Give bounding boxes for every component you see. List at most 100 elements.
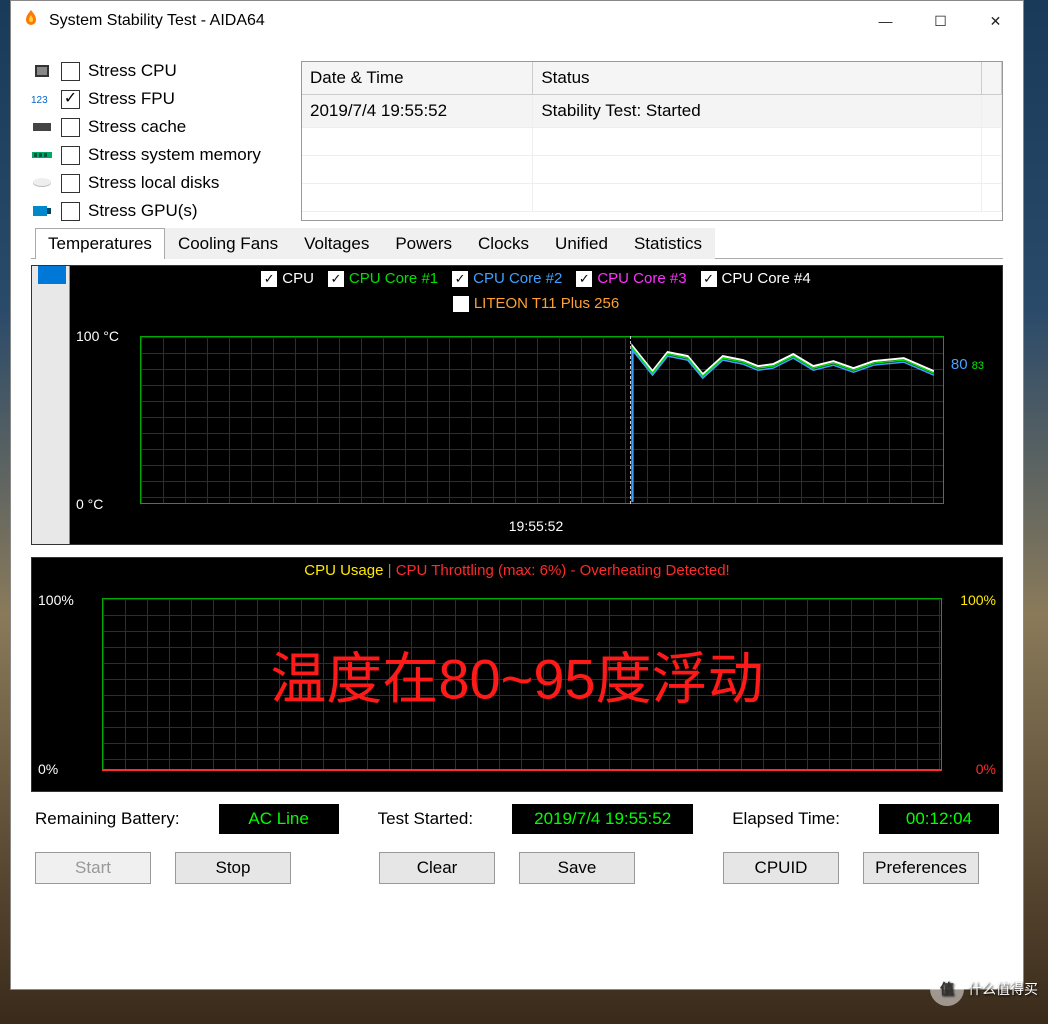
memory-icon [31, 147, 53, 163]
log-date-cell: 2019/7/4 19:55:52 [302, 95, 533, 128]
save-button[interactable]: Save [519, 852, 635, 884]
window-title: System Stability Test - AIDA64 [49, 12, 265, 30]
legend-cpu[interactable]: CPU [261, 270, 314, 287]
cpuid-button[interactable]: CPUID [723, 852, 839, 884]
elapsed-value: 00:12:04 [879, 804, 999, 834]
temp-grid: 80 83 [140, 336, 944, 504]
gpu-icon [31, 203, 53, 219]
svg-text:123: 123 [31, 95, 48, 106]
stress-memory-checkbox[interactable] [61, 146, 80, 165]
tab-powers[interactable]: Powers [382, 228, 465, 259]
temp-legend-row2: LITEON T11 Plus 256 [70, 291, 1002, 316]
temp-time-label: 19:55:52 [509, 518, 564, 534]
stress-cache-label: Stress cache [88, 117, 186, 137]
usage-title-left: CPU Usage [304, 562, 383, 579]
temp-y-min: 0 °C [76, 496, 103, 512]
log-empty-row [302, 184, 1002, 212]
tab-temperatures[interactable]: Temperatures [35, 228, 165, 259]
close-button[interactable]: ✕ [968, 1, 1023, 41]
stress-gpu-label: Stress GPU(s) [88, 201, 198, 221]
window-controls: — ☐ ✕ [858, 1, 1023, 41]
temp-y-max: 100 °C [76, 328, 119, 344]
watermark-text: 什么值得买 [968, 981, 1038, 997]
stress-disks-label: Stress local disks [88, 173, 219, 193]
log-empty-row [302, 156, 1002, 184]
legend-core2[interactable]: CPU Core #2 [452, 270, 562, 287]
usage-grid [102, 598, 942, 771]
stop-button[interactable]: Stop [175, 852, 291, 884]
graph-tabs: Temperatures Cooling Fans Voltages Power… [31, 227, 1003, 259]
legend-liteon[interactable]: LITEON T11 Plus 256 [453, 295, 619, 312]
started-label: Test Started: [378, 809, 473, 829]
watermark-badge-icon: 值 [930, 972, 964, 1006]
legend-core1[interactable]: CPU Core #1 [328, 270, 438, 287]
stress-memory-label: Stress system memory [88, 145, 261, 165]
log-status-cell: Stability Test: Started [533, 95, 982, 128]
throttle-line [102, 769, 942, 771]
cpu-icon [31, 63, 53, 79]
log-header-date[interactable]: Date & Time [302, 62, 533, 95]
maximize-button[interactable]: ☐ [913, 1, 968, 41]
stress-memory-row: Stress system memory [31, 145, 291, 165]
stress-gpu-checkbox[interactable] [61, 202, 80, 221]
stress-disks-checkbox[interactable] [61, 174, 80, 193]
log-header-spacer [982, 62, 1002, 95]
slider-thumb[interactable] [38, 266, 66, 284]
stress-disks-row: Stress local disks [31, 173, 291, 193]
graphs-container: CPU CPU Core #1 CPU Core #2 CPU Core #3 … [31, 265, 1003, 792]
usage-y-max: 100% [38, 592, 74, 608]
stress-fpu-checkbox[interactable] [61, 90, 80, 109]
temp-legend-row1: CPU CPU Core #1 CPU Core #2 CPU Core #3 … [70, 266, 1002, 291]
log-empty-row [302, 128, 1002, 156]
stress-fpu-label: Stress FPU [88, 89, 175, 109]
temp-graph-inner: CPU CPU Core #1 CPU Core #2 CPU Core #3 … [70, 266, 1002, 544]
temp-vert-slider[interactable] [32, 266, 70, 544]
usage-title-right: CPU Throttling (max: 6%) - Overheating D… [396, 562, 730, 579]
tab-clocks[interactable]: Clocks [465, 228, 542, 259]
stress-options-panel: Stress CPU 123 Stress FPU Stress cache S… [31, 61, 291, 221]
usage-y-min: 0% [38, 761, 58, 777]
log-header-status[interactable]: Status [533, 62, 982, 95]
stress-gpu-row: Stress GPU(s) [31, 201, 291, 221]
legend-core3[interactable]: CPU Core #3 [576, 270, 686, 287]
stress-cache-row: Stress cache [31, 117, 291, 137]
usage-right-max: 100% [960, 592, 996, 608]
minimize-button[interactable]: — [858, 1, 913, 41]
temp-current-value: 80 83 [951, 356, 984, 373]
clear-button[interactable]: Clear [379, 852, 495, 884]
tab-unified[interactable]: Unified [542, 228, 621, 259]
usage-title: CPU Usage | CPU Throttling (max: 6%) - O… [40, 558, 994, 583]
started-value: 2019/7/4 19:55:52 [512, 804, 693, 834]
status-bar: Remaining Battery: AC Line Test Started:… [31, 798, 1003, 840]
tab-voltages[interactable]: Voltages [291, 228, 382, 259]
top-row: Stress CPU 123 Stress FPU Stress cache S… [31, 61, 1003, 221]
legend-core4[interactable]: CPU Core #4 [701, 270, 811, 287]
site-watermark: 值什么值得买 [930, 972, 1038, 1006]
tab-cooling-fans[interactable]: Cooling Fans [165, 228, 291, 259]
battery-value: AC Line [219, 804, 339, 834]
stress-cpu-row: Stress CPU [31, 61, 291, 81]
cache-icon [31, 119, 53, 135]
stress-cache-checkbox[interactable] [61, 118, 80, 137]
elapsed-label: Elapsed Time: [732, 809, 840, 829]
usage-right-min: 0% [976, 761, 996, 777]
titlebar: System Stability Test - AIDA64 — ☐ ✕ [11, 1, 1023, 41]
log-header-row: Date & Time Status [302, 62, 1002, 95]
temperature-graph: CPU CPU Core #1 CPU Core #2 CPU Core #3 … [31, 265, 1003, 545]
usage-graph-inner: CPU Usage | CPU Throttling (max: 6%) - O… [32, 558, 1002, 791]
log-row[interactable]: 2019/7/4 19:55:52 Stability Test: Starte… [302, 95, 1002, 128]
start-button: Start [35, 852, 151, 884]
fpu-icon: 123 [31, 91, 53, 107]
disk-icon [31, 175, 53, 191]
app-window: System Stability Test - AIDA64 — ☐ ✕ Str… [10, 0, 1024, 990]
tab-statistics[interactable]: Statistics [621, 228, 715, 259]
stress-fpu-row: 123 Stress FPU [31, 89, 291, 109]
stress-cpu-label: Stress CPU [88, 61, 177, 81]
content-area: Stress CPU 123 Stress FPU Stress cache S… [11, 41, 1023, 989]
event-log-table: Date & Time Status 2019/7/4 19:55:52 Sta… [301, 61, 1003, 221]
usage-graph: CPU Usage | CPU Throttling (max: 6%) - O… [31, 557, 1003, 792]
preferences-button[interactable]: Preferences [863, 852, 979, 884]
app-flame-icon [21, 9, 49, 34]
stress-cpu-checkbox[interactable] [61, 62, 80, 81]
button-bar: Start Stop Clear Save CPUID Preferences [31, 846, 1003, 892]
